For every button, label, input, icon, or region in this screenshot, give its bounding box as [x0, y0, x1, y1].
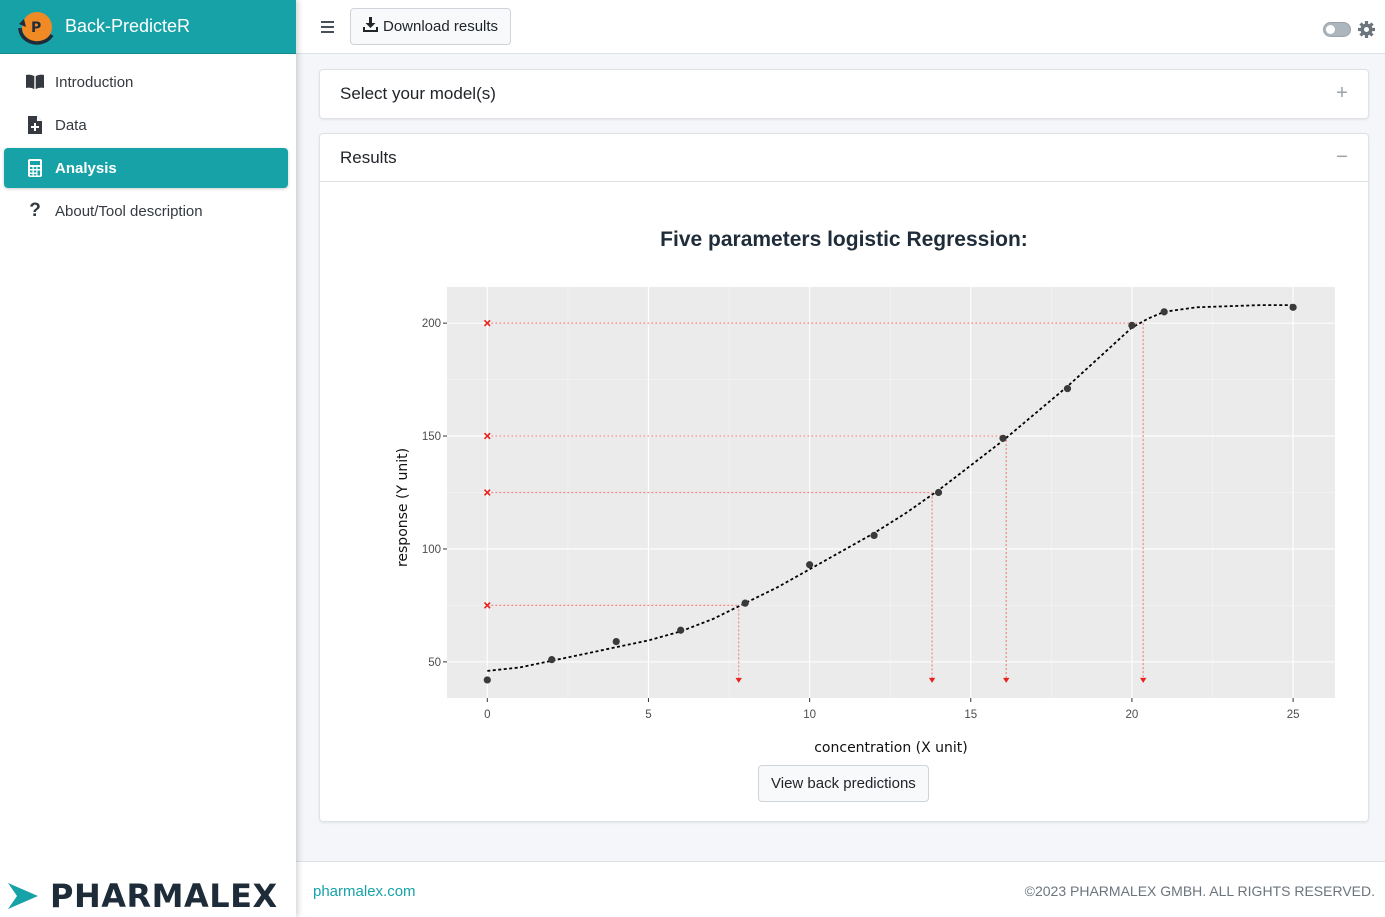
- download-results-label: Download results: [383, 18, 499, 35]
- data-point: [1063, 385, 1072, 393]
- x-tick-label: 10: [803, 709, 816, 721]
- footer-link[interactable]: pharmalex.com: [313, 883, 416, 900]
- data-point: [612, 637, 620, 646]
- y-tick-label: 150: [422, 431, 441, 443]
- calculator-icon: [24, 157, 46, 179]
- file-plus-icon: [24, 114, 46, 136]
- data-point: [1128, 321, 1136, 329]
- sidebar: P Back-PredicteR Introduction Data Analy…: [0, 0, 296, 917]
- data-point: [999, 434, 1007, 442]
- sidebar-nav: Introduction Data Analysis ? About/Tool …: [0, 54, 296, 231]
- book-icon: [24, 71, 46, 93]
- app-title: Back-PredicteR: [65, 16, 191, 36]
- sidebar-item-label: About/Tool description: [55, 202, 203, 220]
- download-results-button[interactable]: Download results: [350, 8, 512, 45]
- y-tick-label: 200: [422, 318, 441, 330]
- gear-icon[interactable]: [1358, 21, 1375, 38]
- x-tick-label: 20: [1126, 709, 1139, 721]
- pharmalex-arrow-icon: [8, 883, 38, 909]
- data-point: [806, 561, 814, 569]
- y-tick-label: 50: [428, 657, 441, 669]
- data-point: [870, 531, 878, 540]
- data-point: [934, 488, 943, 497]
- data-point: [741, 599, 749, 607]
- select-models-header[interactable]: Select your model(s) +: [320, 70, 1368, 118]
- pharmalex-logo-text: PHARMALEX: [50, 877, 278, 915]
- page-footer: pharmalex.com ©2023 PHARMALEX GMBH. ALL …: [296, 861, 1385, 917]
- pharmalex-logo: PHARMALEX: [8, 877, 278, 915]
- data-point: [483, 676, 491, 684]
- app-logo-icon: P: [16, 7, 56, 47]
- footer-copyright: ©2023 PHARMALEX GMBH. ALL RIGHTS RESERVE…: [1024, 883, 1375, 899]
- card-title: Select your model(s): [340, 84, 496, 103]
- download-icon: [363, 17, 378, 36]
- question-icon: ?: [29, 200, 41, 221]
- results-card: Results − Five parameters logistic Regre…: [319, 133, 1369, 822]
- x-tick-label: 15: [964, 709, 977, 721]
- svg-text:P: P: [31, 20, 41, 36]
- select-models-card: Select your model(s) +: [319, 69, 1369, 119]
- data-point: [1160, 308, 1168, 316]
- brand-bar[interactable]: P Back-PredicteR: [0, 0, 296, 54]
- data-point: [677, 626, 685, 634]
- view-back-predictions-button[interactable]: View back predictions: [758, 765, 929, 802]
- x-tick-label: 25: [1287, 709, 1300, 721]
- sidebar-item-analysis[interactable]: Analysis: [4, 148, 288, 188]
- top-navbar: Download results: [296, 0, 1385, 54]
- data-point: [548, 656, 556, 664]
- logistic-regression-plot: 0 5 10 15 20 25 50 100 150 200 concentration (X u…: [395, 287, 1335, 756]
- sidebar-item-label: Analysis: [55, 159, 117, 177]
- menu-toggle-icon[interactable]: [318, 17, 338, 37]
- sidebar-item-label: Introduction: [55, 73, 134, 91]
- y-tick-label: 100: [422, 544, 441, 556]
- data-point: [1289, 303, 1297, 311]
- sidebar-item-label: Data: [55, 116, 87, 134]
- dark-mode-toggle[interactable]: [1323, 22, 1351, 37]
- sidebar-item-data[interactable]: Data: [4, 105, 288, 145]
- expand-icon[interactable]: +: [1334, 83, 1350, 103]
- sidebar-item-about[interactable]: ? About/Tool description: [4, 191, 288, 231]
- y-axis-label: response (Y unit): [395, 448, 411, 567]
- sidebar-item-introduction[interactable]: Introduction: [4, 62, 288, 102]
- x-tick-label: 5: [645, 709, 651, 721]
- x-axis-label: concentration (X unit): [814, 740, 968, 756]
- x-tick-label: 0: [484, 709, 490, 721]
